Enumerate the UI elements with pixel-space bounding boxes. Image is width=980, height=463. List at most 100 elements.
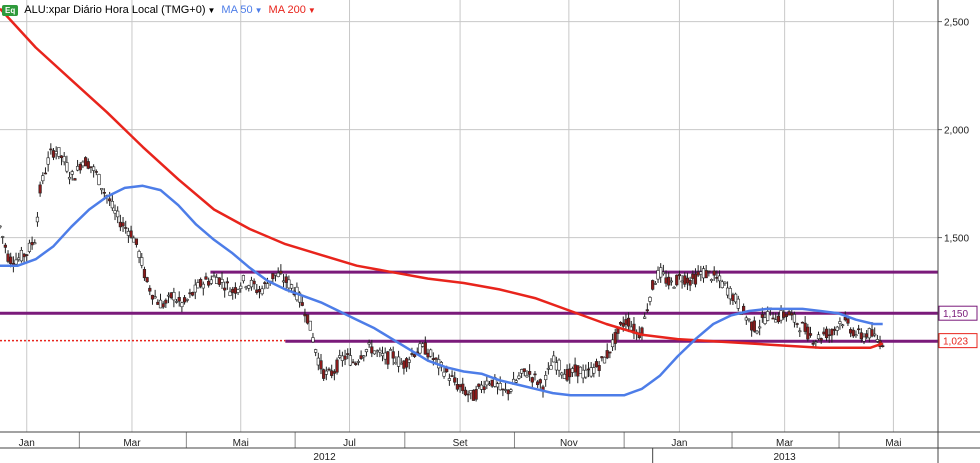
candle-body [284,276,288,283]
candle-body [832,328,837,331]
candle-body [589,367,593,377]
candle-body [14,259,18,265]
candle-body [314,349,318,353]
candle-body [209,279,213,284]
candle-body [873,333,877,336]
candle-body [351,361,355,364]
candle-body [204,276,208,280]
x-month-label: Mai [233,438,249,449]
candle-body [506,389,510,395]
candle-body [257,289,262,293]
candle-body [236,289,240,293]
candle-body [509,389,513,392]
candle-body [239,285,243,290]
ma200-legend[interactable]: MA 200 ▼ [269,4,316,16]
candle-body [364,349,369,353]
candle-body [693,273,698,285]
candle-body [560,372,564,376]
candle-body [255,289,259,293]
candle-body [688,279,692,286]
candle-body [862,336,866,342]
candle-body [73,178,77,181]
ma50-label: MA 50 [221,4,253,16]
candle-body [824,328,829,339]
candle-body [121,222,125,227]
candle-body [348,355,353,366]
caret-down-icon: ▼ [207,5,216,15]
candle-body [640,327,644,335]
candle-body [857,328,861,331]
candle-body [849,329,853,334]
ma50-legend[interactable]: MA 50 ▼ [221,4,262,16]
candle-body [169,292,173,299]
candle-body [680,280,684,283]
candle-body [760,314,764,318]
candle-body [800,321,805,324]
candle-body [429,349,433,357]
candle-body [720,281,724,289]
candle-body [477,383,481,387]
candle-body [177,297,181,302]
candle-body [38,184,42,194]
candle-body [546,367,550,370]
candle-body [790,312,794,316]
x-month-label: Jan [19,438,35,449]
candle-body [608,351,612,354]
candle-body [225,281,229,284]
candle-body [43,172,48,175]
candle-body [717,275,722,282]
candle-body [265,283,270,289]
candle-body [525,375,529,378]
price-chart[interactable]: 1,500 2,000 2,500 Jan Mar Mai Jul Set Nov Jan Mar M… [0,0,980,463]
candle-body [402,360,406,369]
candle-body [116,210,120,218]
chart-background [0,0,980,463]
candle-body [70,171,74,175]
candle-body [41,175,45,182]
x-month-label: Mar [123,438,141,449]
candle-body [426,352,430,358]
candle-body [792,314,797,323]
symbol-selector[interactable]: ALU:xpar Diário Hora Local (TMG+0) ▼ [24,4,215,16]
candle [335,357,339,375]
candle-body [327,368,331,371]
candle-body [434,357,438,360]
candle-body [413,354,417,357]
candle-body [263,282,267,284]
candle-body [196,282,200,289]
candle-body [501,388,505,391]
candle-body [386,351,390,365]
candle-body [656,270,660,280]
candle-body [787,311,791,316]
candle-body [372,350,377,355]
candle-body [648,296,652,302]
candle-body [653,283,657,285]
candle-body [808,333,813,336]
candle-body [367,342,371,345]
candle-body [766,311,770,321]
candle-body [618,321,623,325]
candle-body [158,299,163,309]
candle-body [92,166,96,171]
candle-body [356,361,361,363]
candle-body [774,319,778,323]
caret-down-icon: ▼ [254,5,263,15]
candle-body [78,163,82,171]
candle-body [241,275,246,282]
candle-body [83,157,88,167]
candle-body [661,271,665,275]
candle-body [199,279,203,287]
candle-body [597,365,601,371]
candle-body [362,355,366,358]
candle-body [319,360,323,370]
candle-body [723,281,727,284]
candle-body [867,328,871,339]
candle [675,274,679,287]
candle-body [487,383,492,386]
x-month-label: Jan [671,438,687,449]
candle-body [843,316,847,321]
candle-body [669,280,674,283]
candle-body [35,216,40,223]
candle-body [447,378,451,381]
candle-body [223,287,227,291]
